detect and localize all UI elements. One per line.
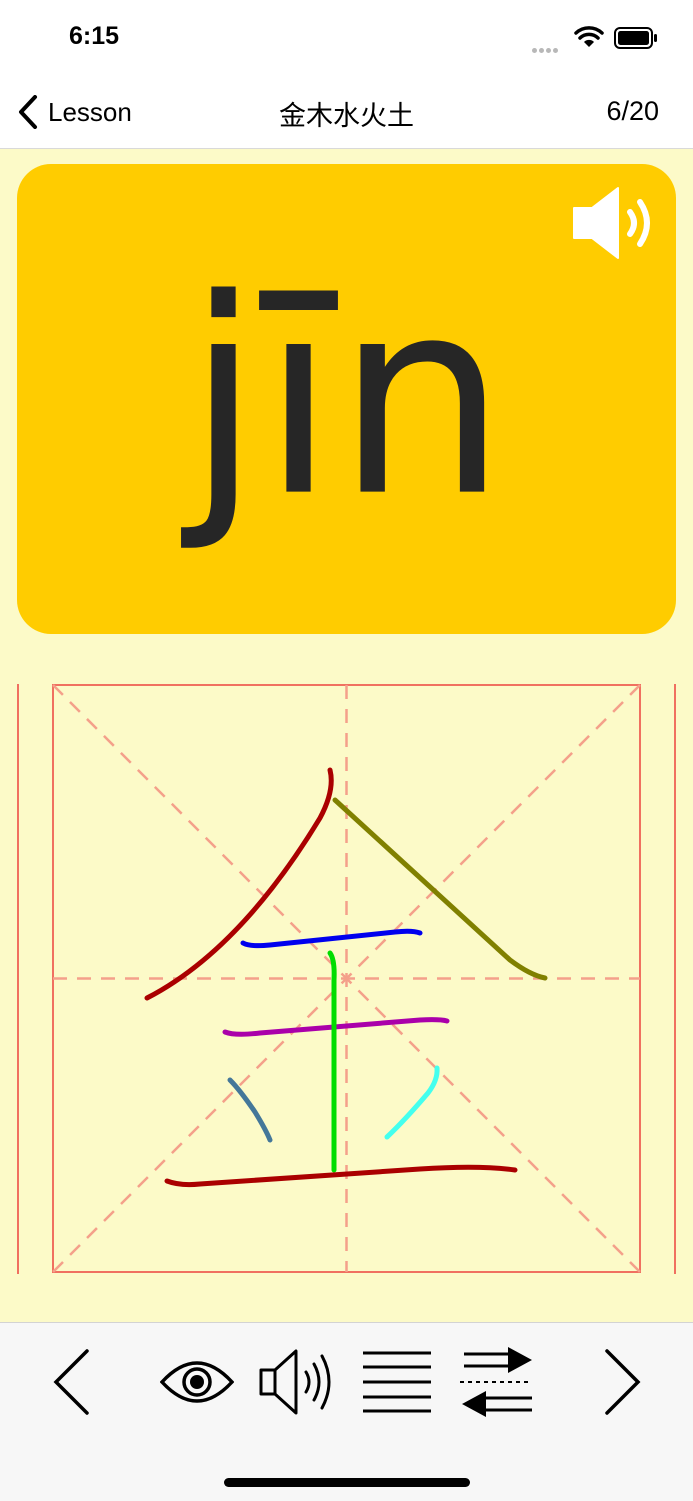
show-character-button[interactable] — [160, 1347, 234, 1417]
back-button-label: Lesson — [48, 96, 132, 127]
chevron-right-icon — [605, 1349, 641, 1415]
stroke-2 — [332, 797, 548, 981]
character-writing-area[interactable] — [0, 670, 693, 1290]
back-button[interactable]: Lesson — [18, 94, 132, 130]
bottom-toolbar — [0, 1322, 693, 1501]
play-audio-button[interactable] — [258, 1347, 334, 1417]
play-sound-button[interactable] — [572, 186, 660, 265]
lines-icon — [363, 1351, 431, 1413]
progress-counter: 6/20 — [606, 96, 659, 126]
character-strokes — [144, 767, 548, 1188]
pinyin-card: jīn — [17, 164, 676, 634]
stroke-7 — [384, 1065, 440, 1140]
stroke-3 — [240, 928, 423, 949]
previous-button[interactable] — [48, 1347, 94, 1417]
speaker-icon — [259, 1349, 331, 1415]
list-button[interactable] — [362, 1347, 432, 1417]
cellular-signal-icon — [532, 40, 560, 58]
stroke-8 — [164, 1164, 518, 1188]
chevron-left-icon — [19, 95, 37, 129]
pinyin-text: jīn — [185, 240, 508, 556]
battery-icon — [614, 27, 657, 49]
speaker-wave-icon — [573, 187, 650, 259]
home-indicator[interactable] — [224, 1478, 470, 1487]
chevron-left-icon — [53, 1349, 89, 1415]
next-button[interactable] — [600, 1347, 646, 1417]
status-bar: 6:15 — [0, 0, 693, 76]
stroke-1 — [144, 767, 334, 1001]
navigation-bar: 金木水火土 Lesson 6/20 — [0, 76, 693, 149]
stroke-5 — [327, 950, 337, 1173]
stroke-6 — [227, 1077, 273, 1143]
swap-arrows-icon — [460, 1347, 532, 1417]
switch-mode-button[interactable] — [458, 1347, 534, 1417]
wifi-icon — [574, 26, 604, 47]
status-time: 6:15 — [69, 22, 120, 50]
eye-icon — [160, 1361, 234, 1403]
